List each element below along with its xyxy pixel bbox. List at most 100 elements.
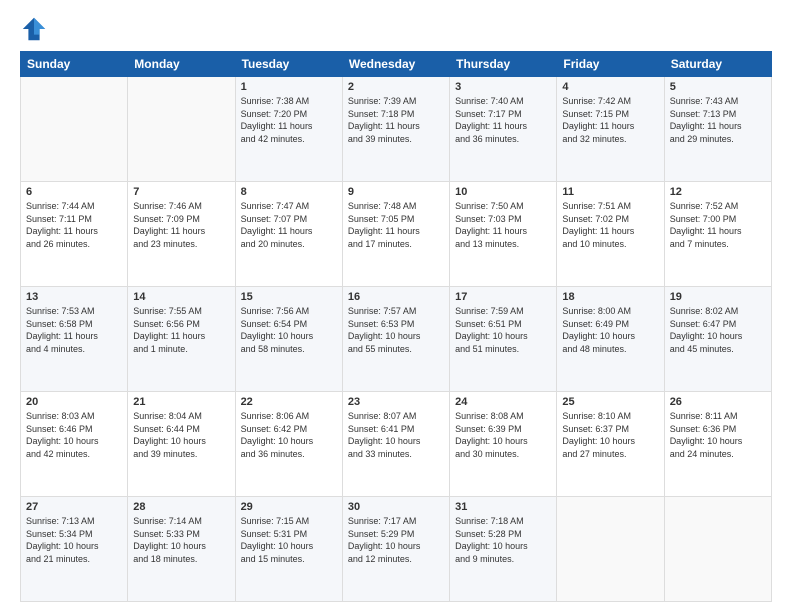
weekday-header: Saturday [664, 52, 771, 77]
day-number: 18 [562, 291, 658, 303]
calendar-cell: 23Sunrise: 8:07 AM Sunset: 6:41 PM Dayli… [342, 392, 449, 497]
weekday-header: Thursday [450, 52, 557, 77]
calendar-cell [557, 497, 664, 602]
day-info: Sunrise: 8:00 AM Sunset: 6:49 PM Dayligh… [562, 305, 658, 355]
day-info: Sunrise: 7:17 AM Sunset: 5:29 PM Dayligh… [348, 515, 444, 565]
calendar-week-row: 1 Sunrise: 7:38 AM Sunset: 7:20 PM Daylig… [21, 77, 772, 182]
calendar-cell [128, 77, 235, 182]
day-info: Sunrise: 7:15 AM Sunset: 5:31 PM Dayligh… [241, 515, 337, 565]
day-number: 1 [241, 81, 337, 93]
day-number: 4 [562, 81, 658, 93]
day-number: 21 [133, 396, 229, 408]
weekday-header: Wednesday [342, 52, 449, 77]
day-info: Sunrise: 7:14 AM Sunset: 5:33 PM Dayligh… [133, 515, 229, 565]
calendar-cell: 1 Sunrise: 7:38 AM Sunset: 7:20 PM Daylig… [235, 77, 342, 182]
day-number: 12 [670, 186, 766, 198]
calendar-cell: 16Sunrise: 7:57 AM Sunset: 6:53 PM Dayli… [342, 287, 449, 392]
calendar-cell: 6 Sunrise: 7:44 AM Sunset: 7:11 PM Daylig… [21, 182, 128, 287]
day-number: 14 [133, 291, 229, 303]
calendar-cell: 24 Sunrise: 8:08 AM Sunset: 6:39 PM Dayli… [450, 392, 557, 497]
calendar-cell: 15Sunrise: 7:56 AM Sunset: 6:54 PM Dayli… [235, 287, 342, 392]
logo [20, 15, 52, 43]
calendar-cell: 4 Sunrise: 7:42 AM Sunset: 7:15 PM Daylig… [557, 77, 664, 182]
day-number: 10 [455, 186, 551, 198]
day-info: Sunrise: 7:46 AM Sunset: 7:09 PM Dayligh… [133, 200, 229, 250]
logo-icon [20, 15, 48, 43]
day-number: 8 [241, 186, 337, 198]
calendar-cell [21, 77, 128, 182]
calendar-cell: 28Sunrise: 7:14 AM Sunset: 5:33 PM Dayli… [128, 497, 235, 602]
day-info: Sunrise: 7:18 AM Sunset: 5:28 PM Dayligh… [455, 515, 551, 565]
calendar-cell: 3 Sunrise: 7:40 AM Sunset: 7:17 PM Daylig… [450, 77, 557, 182]
calendar-cell: 22 Sunrise: 8:06 AM Sunset: 6:42 PM Dayli… [235, 392, 342, 497]
calendar-week-row: 13 Sunrise: 7:53 AM Sunset: 6:58 PM Dayli… [21, 287, 772, 392]
day-number: 26 [670, 396, 766, 408]
calendar-cell: 14 Sunrise: 7:55 AM Sunset: 6:56 PM Dayli… [128, 287, 235, 392]
day-number: 11 [562, 186, 658, 198]
day-info: Sunrise: 7:13 AM Sunset: 5:34 PM Dayligh… [26, 515, 122, 565]
day-info: Sunrise: 7:42 AM Sunset: 7:15 PM Dayligh… [562, 95, 658, 145]
day-info: Sunrise: 8:06 AM Sunset: 6:42 PM Dayligh… [241, 410, 337, 460]
day-info: Sunrise: 7:47 AM Sunset: 7:07 PM Dayligh… [241, 200, 337, 250]
day-info: Sunrise: 7:51 AM Sunset: 7:02 PM Dayligh… [562, 200, 658, 250]
day-info: Sunrise: 7:55 AM Sunset: 6:56 PM Dayligh… [133, 305, 229, 355]
day-number: 13 [26, 291, 122, 303]
calendar-cell: 29 Sunrise: 7:15 AM Sunset: 5:31 PM Dayli… [235, 497, 342, 602]
calendar-cell: 21 Sunrise: 8:04 AM Sunset: 6:44 PM Dayli… [128, 392, 235, 497]
day-number: 20 [26, 396, 122, 408]
day-number: 31 [455, 501, 551, 513]
calendar-week-row: 6 Sunrise: 7:44 AM Sunset: 7:11 PM Daylig… [21, 182, 772, 287]
day-number: 6 [26, 186, 122, 198]
calendar-cell: 25Sunrise: 8:10 AM Sunset: 6:37 PM Dayli… [557, 392, 664, 497]
day-info: Sunrise: 7:40 AM Sunset: 7:17 PM Dayligh… [455, 95, 551, 145]
day-number: 22 [241, 396, 337, 408]
calendar-cell: 20 Sunrise: 8:03 AM Sunset: 6:46 PM Dayli… [21, 392, 128, 497]
weekday-header: Tuesday [235, 52, 342, 77]
day-info: Sunrise: 7:43 AM Sunset: 7:13 PM Dayligh… [670, 95, 766, 145]
calendar-cell: 2Sunrise: 7:39 AM Sunset: 7:18 PM Daylig… [342, 77, 449, 182]
weekday-header: Sunday [21, 52, 128, 77]
calendar-cell: 5 Sunrise: 7:43 AM Sunset: 7:13 PM Daylig… [664, 77, 771, 182]
weekday-header: Friday [557, 52, 664, 77]
day-info: Sunrise: 8:08 AM Sunset: 6:39 PM Dayligh… [455, 410, 551, 460]
calendar-cell: 7Sunrise: 7:46 AM Sunset: 7:09 PM Daylig… [128, 182, 235, 287]
day-number: 9 [348, 186, 444, 198]
calendar-cell: 18 Sunrise: 8:00 AM Sunset: 6:49 PM Dayli… [557, 287, 664, 392]
day-number: 24 [455, 396, 551, 408]
day-number: 19 [670, 291, 766, 303]
calendar-cell: 8 Sunrise: 7:47 AM Sunset: 7:07 PM Daylig… [235, 182, 342, 287]
day-info: Sunrise: 7:48 AM Sunset: 7:05 PM Dayligh… [348, 200, 444, 250]
calendar-week-row: 20 Sunrise: 8:03 AM Sunset: 6:46 PM Dayli… [21, 392, 772, 497]
day-info: Sunrise: 8:02 AM Sunset: 6:47 PM Dayligh… [670, 305, 766, 355]
weekday-header: Monday [128, 52, 235, 77]
calendar-cell: 9 Sunrise: 7:48 AM Sunset: 7:05 PM Daylig… [342, 182, 449, 287]
day-number: 25 [562, 396, 658, 408]
day-info: Sunrise: 7:38 AM Sunset: 7:20 PM Dayligh… [241, 95, 337, 145]
day-number: 5 [670, 81, 766, 93]
day-number: 2 [348, 81, 444, 93]
calendar-cell: 19 Sunrise: 8:02 AM Sunset: 6:47 PM Dayli… [664, 287, 771, 392]
calendar-cell: 26 Sunrise: 8:11 AM Sunset: 6:36 PM Dayli… [664, 392, 771, 497]
day-number: 29 [241, 501, 337, 513]
day-info: Sunrise: 7:44 AM Sunset: 7:11 PM Dayligh… [26, 200, 122, 250]
calendar-table: SundayMondayTuesdayWednesdayThursdayFrid… [20, 51, 772, 602]
header [20, 15, 772, 43]
weekday-header-row: SundayMondayTuesdayWednesdayThursdayFrid… [21, 52, 772, 77]
calendar-cell [664, 497, 771, 602]
day-info: Sunrise: 8:04 AM Sunset: 6:44 PM Dayligh… [133, 410, 229, 460]
day-number: 17 [455, 291, 551, 303]
calendar-week-row: 27 Sunrise: 7:13 AM Sunset: 5:34 PM Dayli… [21, 497, 772, 602]
day-info: Sunrise: 7:53 AM Sunset: 6:58 PM Dayligh… [26, 305, 122, 355]
calendar-cell: 13 Sunrise: 7:53 AM Sunset: 6:58 PM Dayli… [21, 287, 128, 392]
calendar-cell: 17 Sunrise: 7:59 AM Sunset: 6:51 PM Dayli… [450, 287, 557, 392]
day-number: 3 [455, 81, 551, 93]
day-number: 23 [348, 396, 444, 408]
day-info: Sunrise: 8:11 AM Sunset: 6:36 PM Dayligh… [670, 410, 766, 460]
calendar-cell: 10Sunrise: 7:50 AM Sunset: 7:03 PM Dayli… [450, 182, 557, 287]
day-info: Sunrise: 8:03 AM Sunset: 6:46 PM Dayligh… [26, 410, 122, 460]
day-number: 27 [26, 501, 122, 513]
day-info: Sunrise: 7:59 AM Sunset: 6:51 PM Dayligh… [455, 305, 551, 355]
day-number: 30 [348, 501, 444, 513]
calendar-cell: 30 Sunrise: 7:17 AM Sunset: 5:29 PM Dayli… [342, 497, 449, 602]
page: SundayMondayTuesdayWednesdayThursdayFrid… [0, 0, 792, 612]
